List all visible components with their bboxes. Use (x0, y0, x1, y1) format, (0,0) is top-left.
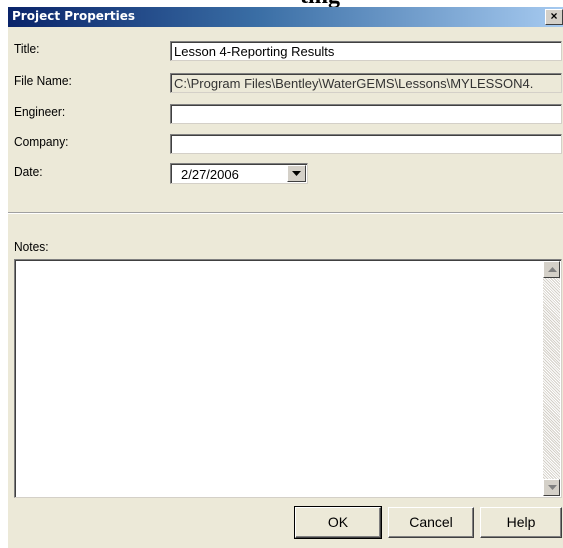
engineer-label: Engineer: (14, 104, 66, 119)
date-label: Date: (14, 164, 43, 179)
notes-scrollbar[interactable] (543, 261, 560, 496)
date-value: 2/27/2006 (181, 167, 239, 182)
company-label: Company: (14, 134, 69, 149)
date-picker[interactable]: 2/27/2006 (170, 163, 308, 184)
notes-label: Notes: (14, 239, 49, 254)
title-field[interactable]: Lesson 4-Reporting Results (170, 41, 562, 61)
engineer-field[interactable] (170, 104, 562, 124)
scroll-up-button[interactable] (543, 261, 560, 278)
chevron-down-icon (548, 485, 557, 490)
close-button[interactable]: × (545, 9, 563, 25)
ok-button[interactable]: OK (294, 506, 382, 539)
scroll-down-button[interactable] (543, 479, 560, 496)
chevron-up-icon (548, 267, 557, 272)
title-label: Title: (14, 41, 40, 56)
file-name-label: File Name: (14, 73, 72, 88)
company-field[interactable] (170, 134, 562, 154)
date-dropdown-button[interactable] (287, 165, 306, 182)
notes-textarea[interactable] (14, 259, 562, 498)
separator (8, 212, 563, 214)
file-name-field: C:\Program Files\Bentley\WaterGEMS\Lesso… (170, 73, 562, 93)
help-button[interactable]: Help (480, 507, 562, 538)
dialog-title: Project Properties (12, 9, 135, 23)
chevron-down-icon (292, 171, 301, 176)
cancel-button[interactable]: Cancel (388, 507, 474, 538)
title-bar[interactable]: Project Properties × (8, 7, 563, 27)
project-properties-dialog: Project Properties × Title: Lesson 4-Rep… (8, 7, 563, 548)
